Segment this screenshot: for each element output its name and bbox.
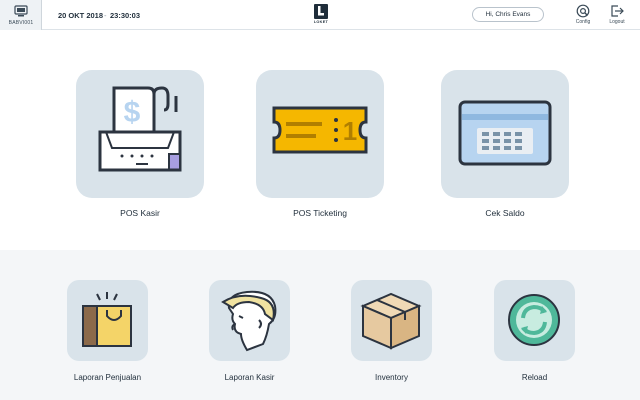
menu-inventory[interactable]: Inventory (341, 280, 442, 382)
logo-text: LOKET (313, 20, 329, 24)
tile-label: Reload (521, 373, 548, 382)
ticket-icon: 1 (272, 106, 368, 154)
menu-pos-kasir[interactable]: $ POS Kasir (76, 70, 204, 218)
date-time-separator: - (104, 11, 107, 20)
device-indicator: BABVI001 (0, 0, 42, 30)
svg-text:$: $ (124, 96, 141, 129)
config-label: Config (575, 19, 591, 25)
cashier-face-icon (221, 290, 277, 352)
tile-label: Laporan Kasir (224, 373, 275, 382)
logout-button[interactable]: Logout (603, 3, 631, 27)
menu-laporan-kasir[interactable]: Laporan Kasir (199, 280, 300, 382)
tile-label: POS Ticketing (293, 208, 347, 218)
cash-register-icon: $ (98, 86, 182, 172)
current-time: 23:30:03 (110, 11, 141, 20)
tile-box[interactable] (441, 70, 569, 198)
card-balance-icon (458, 100, 552, 166)
app-logo: LOKET (310, 4, 332, 26)
reload-icon (508, 294, 560, 346)
current-date: 20 OKT 2018 (58, 11, 104, 20)
menu-laporan-penjualan[interactable]: Laporan Penjualan (57, 280, 158, 382)
tile-label: Cek Saldo (485, 208, 525, 218)
menu-pos-ticketing[interactable]: 1 POS Ticketing (256, 70, 384, 218)
tile-label: Inventory (375, 373, 408, 382)
config-icon (576, 4, 590, 18)
tile-label: Laporan Penjualan (73, 373, 142, 382)
logout-label: Logout (609, 19, 625, 25)
menu-cek-saldo[interactable]: Cek Saldo (441, 70, 569, 218)
logo-icon (314, 4, 328, 19)
shopping-bag-icon (82, 292, 132, 347)
user-greeting[interactable]: Hi, Chris Evans (472, 7, 544, 22)
tile-box[interactable] (494, 280, 575, 361)
box-icon (360, 292, 422, 350)
top-bar: BABVI001 20 OKT 2018 - 23:30:03 LOKET Hi… (0, 0, 640, 30)
tile-box[interactable] (209, 280, 290, 361)
tile-box[interactable] (67, 280, 148, 361)
tile-box[interactable]: $ (76, 70, 204, 198)
tile-box[interactable]: 1 (256, 70, 384, 198)
tile-label: POS Kasir (120, 208, 160, 218)
config-button[interactable]: Config (569, 3, 597, 27)
device-id: BABVI001 (8, 20, 34, 26)
menu-reload[interactable]: Reload (484, 280, 585, 382)
terminal-icon (14, 5, 28, 17)
svg-text:1: 1 (343, 116, 357, 146)
tile-box[interactable] (351, 280, 432, 361)
logout-icon (611, 5, 624, 17)
